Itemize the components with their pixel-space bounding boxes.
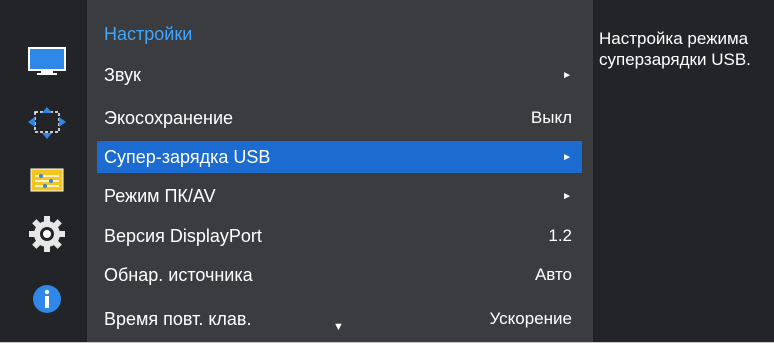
menu-item-label: Звук <box>104 64 141 85</box>
menu-item-label: Режим ПК/AV <box>104 185 216 206</box>
setup-reset-icon[interactable] <box>26 163 68 197</box>
menu-item-value: 1.2 <box>548 226 572 245</box>
onscreen-display-icon[interactable] <box>26 106 68 140</box>
submenu-arrow-icon: ► <box>562 190 572 202</box>
menu-item-usb-super-charging[interactable]: Супер-зарядка USB ► <box>97 141 582 173</box>
help-text: Настройка режима суперзарядки USB. <box>599 29 751 69</box>
scroll-down-icon[interactable]: ▼ <box>333 321 344 333</box>
submenu-arrow-icon: ► <box>562 69 572 81</box>
menu-item-sound[interactable]: Звук ► <box>97 59 582 91</box>
menu-item-label: Экосохранение <box>104 107 234 128</box>
menu-item-label: Обнар. источника <box>104 264 253 285</box>
information-icon[interactable] <box>26 282 68 316</box>
menu-item-label: Супер-зарядка USB <box>104 146 271 167</box>
menu-item-value: Ускорение <box>489 309 573 328</box>
osd-menu: Настройки Звук ► Экосохранение Выкл Супе… <box>0 0 774 343</box>
help-panel: Настройка режима суперзарядки USB. <box>593 0 774 343</box>
settings-menu-panel: Настройки Звук ► Экосохранение Выкл Супе… <box>87 0 593 343</box>
system-gear-icon[interactable] <box>26 216 68 252</box>
menu-item-source-detection[interactable]: Обнар. источника Авто <box>97 259 582 291</box>
submenu-arrow-icon: ► <box>562 151 572 163</box>
menu-item-pc-av-mode[interactable]: Режим ПК/AV ► <box>97 180 582 212</box>
menu-item-value: Авто <box>534 265 572 284</box>
menu-item-displayport-version[interactable]: Версия DisplayPort 1.2 <box>97 220 582 252</box>
menu-title: Настройки <box>104 24 193 44</box>
sidebar <box>0 0 87 343</box>
picture-icon[interactable] <box>26 44 68 78</box>
menu-item-label: Версия DisplayPort <box>104 225 262 246</box>
menu-item-label: Время повт. клав. <box>104 308 252 329</box>
menu-item-value: Выкл <box>530 108 572 127</box>
menu-item-eco-saving[interactable]: Экосохранение Выкл <box>97 102 582 134</box>
